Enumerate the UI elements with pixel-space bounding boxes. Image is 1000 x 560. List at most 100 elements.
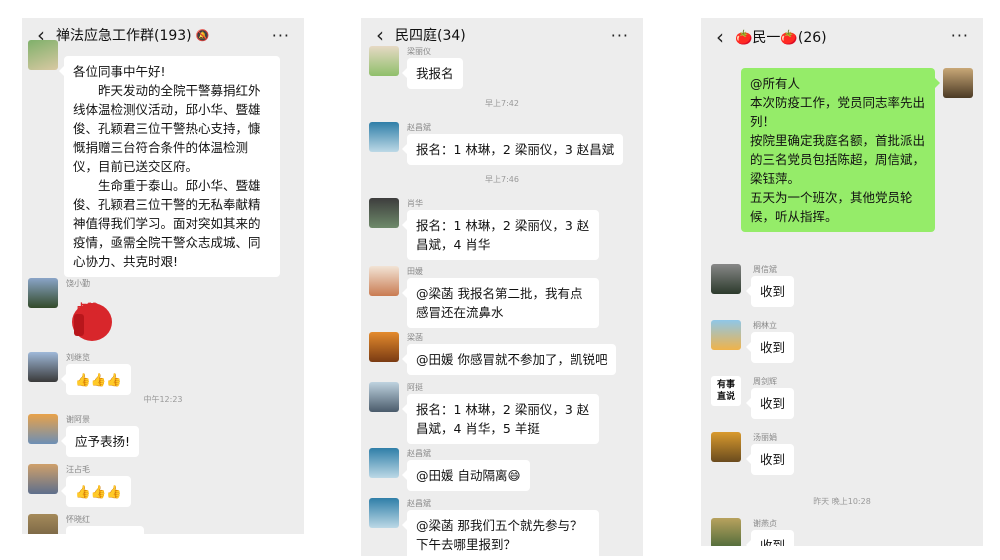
message-bubble[interactable]: 我报名 [402,58,463,89]
avatar[interactable] [28,514,58,534]
message-text: 👍👍👍 [75,372,122,387]
message-text: 报名：1 林琳，2 梁丽仪，3 赵昌斌，4 肖华 [416,218,590,252]
avatar[interactable] [369,498,399,528]
sender-name: 怀晓红 [66,515,90,524]
avatar[interactable] [28,464,58,494]
message-text: 应予表扬! [75,434,131,449]
message-text: 报名：1 林琳，2 梁丽仪，3 赵昌斌，4 肖华，5 羊挺 [416,402,590,436]
avatar[interactable] [943,68,973,98]
message-text: @田媛 你感冒就不参加了，凯锐吧 [416,352,608,367]
sender-name: 田媛 [407,267,423,276]
svg-text:点赞: 点赞 [76,301,98,315]
sender-name: 谢阿景 [66,415,90,424]
message-text: 收到 [760,538,786,546]
sender-name: 梁菡 [407,333,423,342]
avatar[interactable] [369,198,399,228]
message-list[interactable]: 各位同事中午好! 昨天发动的全院干警募捐红外线体温检测仪活动，邱小华、暨雄俊、孔… [22,40,304,534]
message-bubble[interactable]: 👍👍👍 [61,364,131,395]
avatar[interactable] [369,332,399,362]
sender-name: 赵昌斌 [407,499,431,508]
message-bubble[interactable] [66,526,144,534]
avatar[interactable] [711,518,741,546]
sender-name: 汤丽娟 [753,433,777,442]
message-bubble[interactable]: 👍👍👍 [61,476,131,507]
message-list[interactable]: @所有人 本次防疫工作，党员同志率先出列！ 按院里确定我庭名额，首批派出的三名党… [701,56,983,546]
avatar[interactable] [711,320,741,350]
message-bubble[interactable]: 报名：1 林琳，2 梁丽仪，3 赵昌斌，4 肖华 [402,210,599,260]
avatar[interactable] [28,278,58,308]
sender-name: 谢燕贞 [753,519,777,528]
message-bubble[interactable]: 应予表扬! [60,426,140,457]
message-bubble[interactable]: 报名：1 林琳，2 梁丽仪，3 赵昌斌 [401,134,624,165]
message-text: 报名：1 林琳，2 梁丽仪，3 赵昌斌 [416,142,615,157]
back-chevron-icon[interactable]: ‹ [369,25,391,45]
sender-name: 肖华 [407,199,423,208]
message-text: 收到 [760,340,786,355]
message-bubble[interactable]: 收到 [745,276,795,307]
message-bubble[interactable]: @梁菡 我报名第二批，我有点感冒还在流鼻水 [402,278,599,328]
message-bubble[interactable]: @田媛 你感冒就不参加了，凯锐吧 [401,344,617,375]
message-bubble[interactable]: @所有人 本次防疫工作，党员同志率先出列！ 按院里确定我庭名额，首批派出的三名党… [741,68,940,232]
sender-name: 梁丽仪 [407,47,431,56]
chat-title: 民四庭(34) [395,28,466,44]
chat-title: 🍅民一🍅(26) [735,30,827,46]
avatar[interactable] [369,46,399,76]
sender-name: 桐林立 [753,321,777,330]
avatar[interactable] [28,352,58,382]
avatar[interactable] [369,448,399,478]
message-text: 收到 [760,284,786,299]
message-line: 生命重于泰山。邱小华、暨雄俊、孔颖君三位干警的无私奉献精神值得我们学习。面对突如… [73,178,261,269]
chat-header: ‹ 禅法应急工作群(193) 🔕 ··· [22,18,304,52]
message-bubble[interactable]: 收到 [745,388,795,419]
back-chevron-icon[interactable]: ‹ [709,27,731,47]
more-dots-icon[interactable]: ··· [272,26,290,45]
sender-name: 刘继览 [66,353,90,362]
chat-header: ‹ 🍅民一🍅(26) ··· [701,18,983,56]
avatar[interactable] [369,382,399,412]
message-bubble[interactable]: 收到 [745,444,795,475]
more-dots-icon[interactable]: ··· [611,26,629,45]
message-text: 我报名 [416,66,454,81]
timestamp: 早上7:42 [485,99,519,108]
message-bubble[interactable]: @梁菡 那我们五个就先参与？下午去哪里报到？ [402,510,599,556]
avatar[interactable] [369,266,399,296]
sender-name: 汪占毛 [66,465,90,474]
chat-title: 禅法应急工作群(193) [56,28,192,44]
message-line: @所有人 [750,76,801,91]
message-list[interactable]: 梁丽仪 我报名 早上7:42 赵昌斌 报名：1 林琳，2 梁丽仪，3 赵昌斌 早… [361,46,643,556]
message-text: 👍👍👍 [75,484,122,499]
message-bubble[interactable]: 报名：1 林琳，2 梁丽仪，3 赵昌斌，4 肖华，5 羊挺 [402,394,599,444]
message-text: 收到 [760,452,786,467]
avatar[interactable] [711,432,741,462]
message-line: 五天为一个班次，其他党员轮候，听从指挥。 [750,190,913,224]
timestamp: 中午12:23 [143,395,183,404]
message-text: @梁菡 那我们五个就先参与？下午去哪里报到？ [416,518,583,552]
timestamp: 昨天 晚上10:28 [813,497,871,506]
avatar[interactable] [28,414,58,444]
timestamp: 早上7:46 [485,175,519,184]
sender-name: 周剑辉 [753,377,777,386]
message-text: @梁菡 我报名第二批，我有点感冒还在流鼻水 [416,286,583,320]
chat-panel-2: ‹ 民四庭(34) ··· 梁丽仪 我报名 早上7:42 赵昌斌 报名：1 林琳… [361,18,643,556]
message-bubble[interactable]: 各位同事中午好! 昨天发动的全院干警募捐红外线体温检测仪活动，邱小华、暨雄俊、孔… [59,56,280,277]
message-line: 本次防疫工作，党员同志率先出列！ [750,95,926,129]
message-bubble[interactable]: @田媛 自动隔离😄 [402,460,530,491]
avatar[interactable] [369,122,399,152]
sender-name: 周信斌 [753,265,777,274]
message-text: @田媛 自动隔离😄 [416,468,521,483]
chat-panel-3: ‹ 🍅民一🍅(26) ··· @所有人 本次防疫工作，党员同志率先出列！ 按院里… [701,18,983,546]
more-dots-icon[interactable]: ··· [951,26,969,45]
message-line: 按院里确定我庭名额，首批派出的三名党员包括陈超，周信斌，梁钰萍。 [750,133,926,186]
avatar[interactable] [28,40,58,70]
message-bubble[interactable]: 收到 [745,530,795,546]
sender-name: 饶小勤 [66,279,90,288]
mute-bell-icon: 🔕 [195,28,210,42]
message-line: 昨天发动的全院干警募捐红外线体温检测仪活动，邱小华、暨雄俊、孔颖君三位干警热心支… [73,83,261,174]
message-bubble[interactable]: 收到 [745,332,795,363]
avatar[interactable]: 有事 直说 [711,376,741,406]
message-text: 收到 [760,396,786,411]
thumbs-up-sticker-icon[interactable]: 点赞 [66,292,116,344]
avatar[interactable] [711,264,741,294]
chat-header: ‹ 民四庭(34) ··· [361,18,643,52]
chat-panel-1: ‹ 禅法应急工作群(193) 🔕 ··· 各位同事中午好! 昨天发动的全院干警募… [22,18,304,534]
